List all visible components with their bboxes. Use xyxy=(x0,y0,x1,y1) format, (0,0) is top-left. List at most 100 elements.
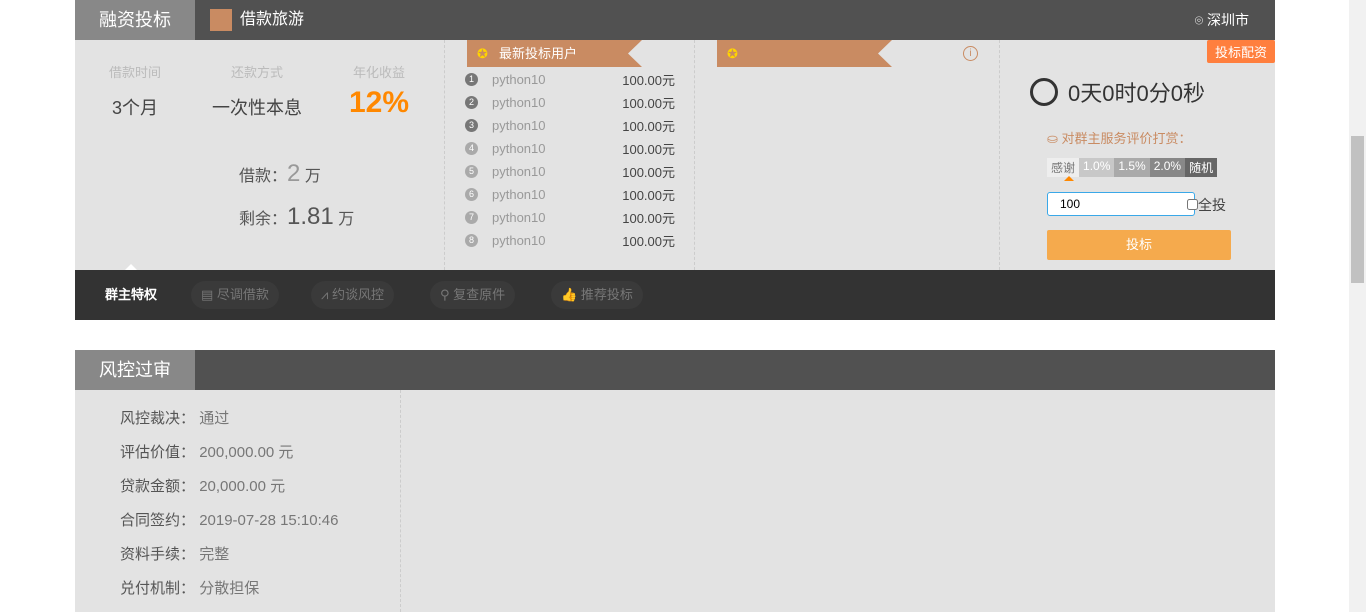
repay-value: 一次性本息 xyxy=(212,98,302,118)
nav-due-diligence[interactable]: ▤ 尽调借款 xyxy=(191,281,279,309)
risk-row: 贷款金额： 20,000.00 元 xyxy=(120,475,285,496)
selected-arrow xyxy=(1064,176,1074,181)
risk-value: 20,000.00 元 xyxy=(199,478,286,495)
rank-badge: 8 xyxy=(465,234,478,247)
bid-panel: 投标配资 0天0时0分0秒 ⛀ 对群主服务评价打赏： 感谢 1.0% 1.5% … xyxy=(1000,40,1275,270)
investor-row: 8 python10 100.00元 xyxy=(465,229,675,252)
risk-key: 贷款金额： xyxy=(120,478,196,495)
award-icon: ✪ xyxy=(477,46,488,61)
investor-user: python10 xyxy=(492,95,546,110)
investor-user: python10 xyxy=(492,118,546,133)
location: ⌾ 深圳市 xyxy=(1195,0,1249,40)
investor-row: 4 python10 100.00元 xyxy=(465,137,675,160)
investor-row: 3 python10 100.00元 xyxy=(465,114,675,137)
bid-button[interactable]: 投标 xyxy=(1047,230,1231,260)
investor-row: 5 python10 100.00元 xyxy=(465,160,675,183)
rank-badge: 5 xyxy=(465,165,478,178)
remain-value: 1.81 xyxy=(287,203,334,230)
remain-label: 剩余： xyxy=(239,211,288,228)
investor-user: python10 xyxy=(492,141,546,156)
loan-panel: 融资投标 借款旅游 ⌾ 深圳市 借款时间 还款方式 年化收益 3个月 一次性本息… xyxy=(75,0,1275,320)
loan-title: 借款旅游 xyxy=(240,11,305,28)
risk-row: 兑付机制： 分散担保 xyxy=(120,577,259,598)
reward-options: 感谢 1.0% 1.5% 2.0% 随机 xyxy=(1047,158,1218,177)
bid-amount-input[interactable] xyxy=(1047,192,1195,216)
rank-badge: 3 xyxy=(465,119,478,132)
clock-icon xyxy=(1030,78,1058,106)
all-in-checkbox[interactable] xyxy=(1187,199,1198,210)
risk-value: 完整 xyxy=(199,546,230,563)
reward-option[interactable]: 1.5% xyxy=(1114,158,1150,177)
loan-value: 2 xyxy=(287,160,301,187)
risk-title: 风控过审 xyxy=(75,350,195,390)
reward-label: 对群主服务评价打赏： xyxy=(1061,131,1192,146)
reward-option[interactable]: 1.0% xyxy=(1079,158,1115,177)
nav-review-originals[interactable]: ⚲ 复查原件 xyxy=(430,281,516,309)
investor-amount: 100.00元 xyxy=(622,142,675,157)
award-ribbon: ✪ xyxy=(717,40,892,67)
risk-key: 风控裁决： xyxy=(120,410,196,427)
building-icon xyxy=(210,9,232,31)
investor-list: ✪ 最新投标用户 1 python10 100.00元 2 python10 100.00元… xyxy=(445,40,695,270)
term-label: 借款时间 xyxy=(108,65,161,80)
tab-financing[interactable]: 融资投标 xyxy=(75,0,195,40)
risk-panel: 风控过审 风控裁决： 通过 评估价值： 200,000.00 元贷款金额： 20,… xyxy=(75,350,1275,612)
loan-label: 借款： xyxy=(239,168,288,185)
investor-row: 6 python10 100.00元 xyxy=(465,183,675,206)
nav-risk-interview[interactable]: ⩘ 约谈风控 xyxy=(311,281,394,309)
summary: 借款时间 还款方式 年化收益 3个月 一次性本息 12% 借款：2 万 剩余：1… xyxy=(75,40,445,270)
investor-amount: 100.00元 xyxy=(622,234,675,249)
award-icon: ✪ xyxy=(727,46,738,61)
risk-value: 2019-07-28 15:10:46 xyxy=(199,512,339,529)
investor-amount: 100.00元 xyxy=(622,119,675,134)
loan-header: 融资投标 借款旅游 ⌾ 深圳市 xyxy=(75,0,1275,40)
empty-panel: ✪ i xyxy=(695,40,1000,270)
reward-option[interactable]: 随机 xyxy=(1185,158,1218,177)
scrollbar[interactable] xyxy=(1349,0,1366,612)
rank-badge: 7 xyxy=(465,211,478,224)
investor-row: 7 python10 100.00元 xyxy=(465,206,675,229)
nav-recommend[interactable]: 👍 推荐投标 xyxy=(551,281,643,309)
yield-value: 12% xyxy=(348,86,410,119)
risk-value: 通过 xyxy=(199,410,230,427)
investor-row: 2 python10 100.00元 xyxy=(465,91,675,114)
investor-amount: 100.00元 xyxy=(622,73,675,88)
risk-row: 合同签约： 2019-07-28 15:10:46 xyxy=(120,509,338,530)
reward-option[interactable]: 感谢 xyxy=(1047,158,1080,177)
rank-badge: 4 xyxy=(465,142,478,155)
investor-amount: 100.00元 xyxy=(622,211,675,226)
rank-badge: 1 xyxy=(465,73,478,86)
investor-title: 最新投标用户 xyxy=(499,46,578,61)
investor-amount: 100.00元 xyxy=(622,165,675,180)
remain-unit: 万 xyxy=(338,211,355,228)
repay-label: 还款方式 xyxy=(230,65,283,80)
investor-ribbon: ✪ 最新投标用户 xyxy=(467,40,642,67)
investor-user: python10 xyxy=(492,233,546,248)
term-value: 3个月 xyxy=(111,98,158,118)
investor-user: python10 xyxy=(492,210,546,225)
all-in-label: 全投 xyxy=(1198,197,1226,213)
nav-bar: 群主特权 ▤ 尽调借款 ⩘ 约谈风控 ⚲ 复查原件 👍 推荐投标 xyxy=(75,264,1275,320)
risk-row: 风控裁决： 通过 xyxy=(120,407,229,428)
risk-row: 资料手续： 完整 xyxy=(120,543,229,564)
risk-key: 合同签约： xyxy=(120,512,196,529)
loan-unit: 万 xyxy=(304,168,321,185)
info-icon[interactable]: i xyxy=(963,46,978,61)
risk-row: 评估价值： 200,000.00 元 xyxy=(120,441,293,462)
risk-key: 兑付机制： xyxy=(120,580,196,597)
investor-amount: 100.00元 xyxy=(622,188,675,203)
investor-user: python10 xyxy=(492,187,546,202)
coin-hand-icon: ⛀ xyxy=(1047,131,1058,146)
risk-key: 资料手续： xyxy=(120,546,196,563)
city-label: 深圳市 xyxy=(1207,12,1249,28)
nav-owner-privilege[interactable]: 群主特权 xyxy=(95,281,167,309)
risk-value: 200,000.00 元 xyxy=(199,444,294,461)
investor-user: python10 xyxy=(492,164,546,179)
bid-badge: 投标配资 xyxy=(1206,40,1275,63)
yield-label: 年化收益 xyxy=(352,65,405,80)
risk-value: 分散担保 xyxy=(199,580,260,597)
reward-option[interactable]: 2.0% xyxy=(1149,158,1186,177)
rank-badge: 6 xyxy=(465,188,478,201)
investor-amount: 100.00元 xyxy=(622,96,675,111)
location-pin-icon: ⌾ xyxy=(1194,12,1204,28)
